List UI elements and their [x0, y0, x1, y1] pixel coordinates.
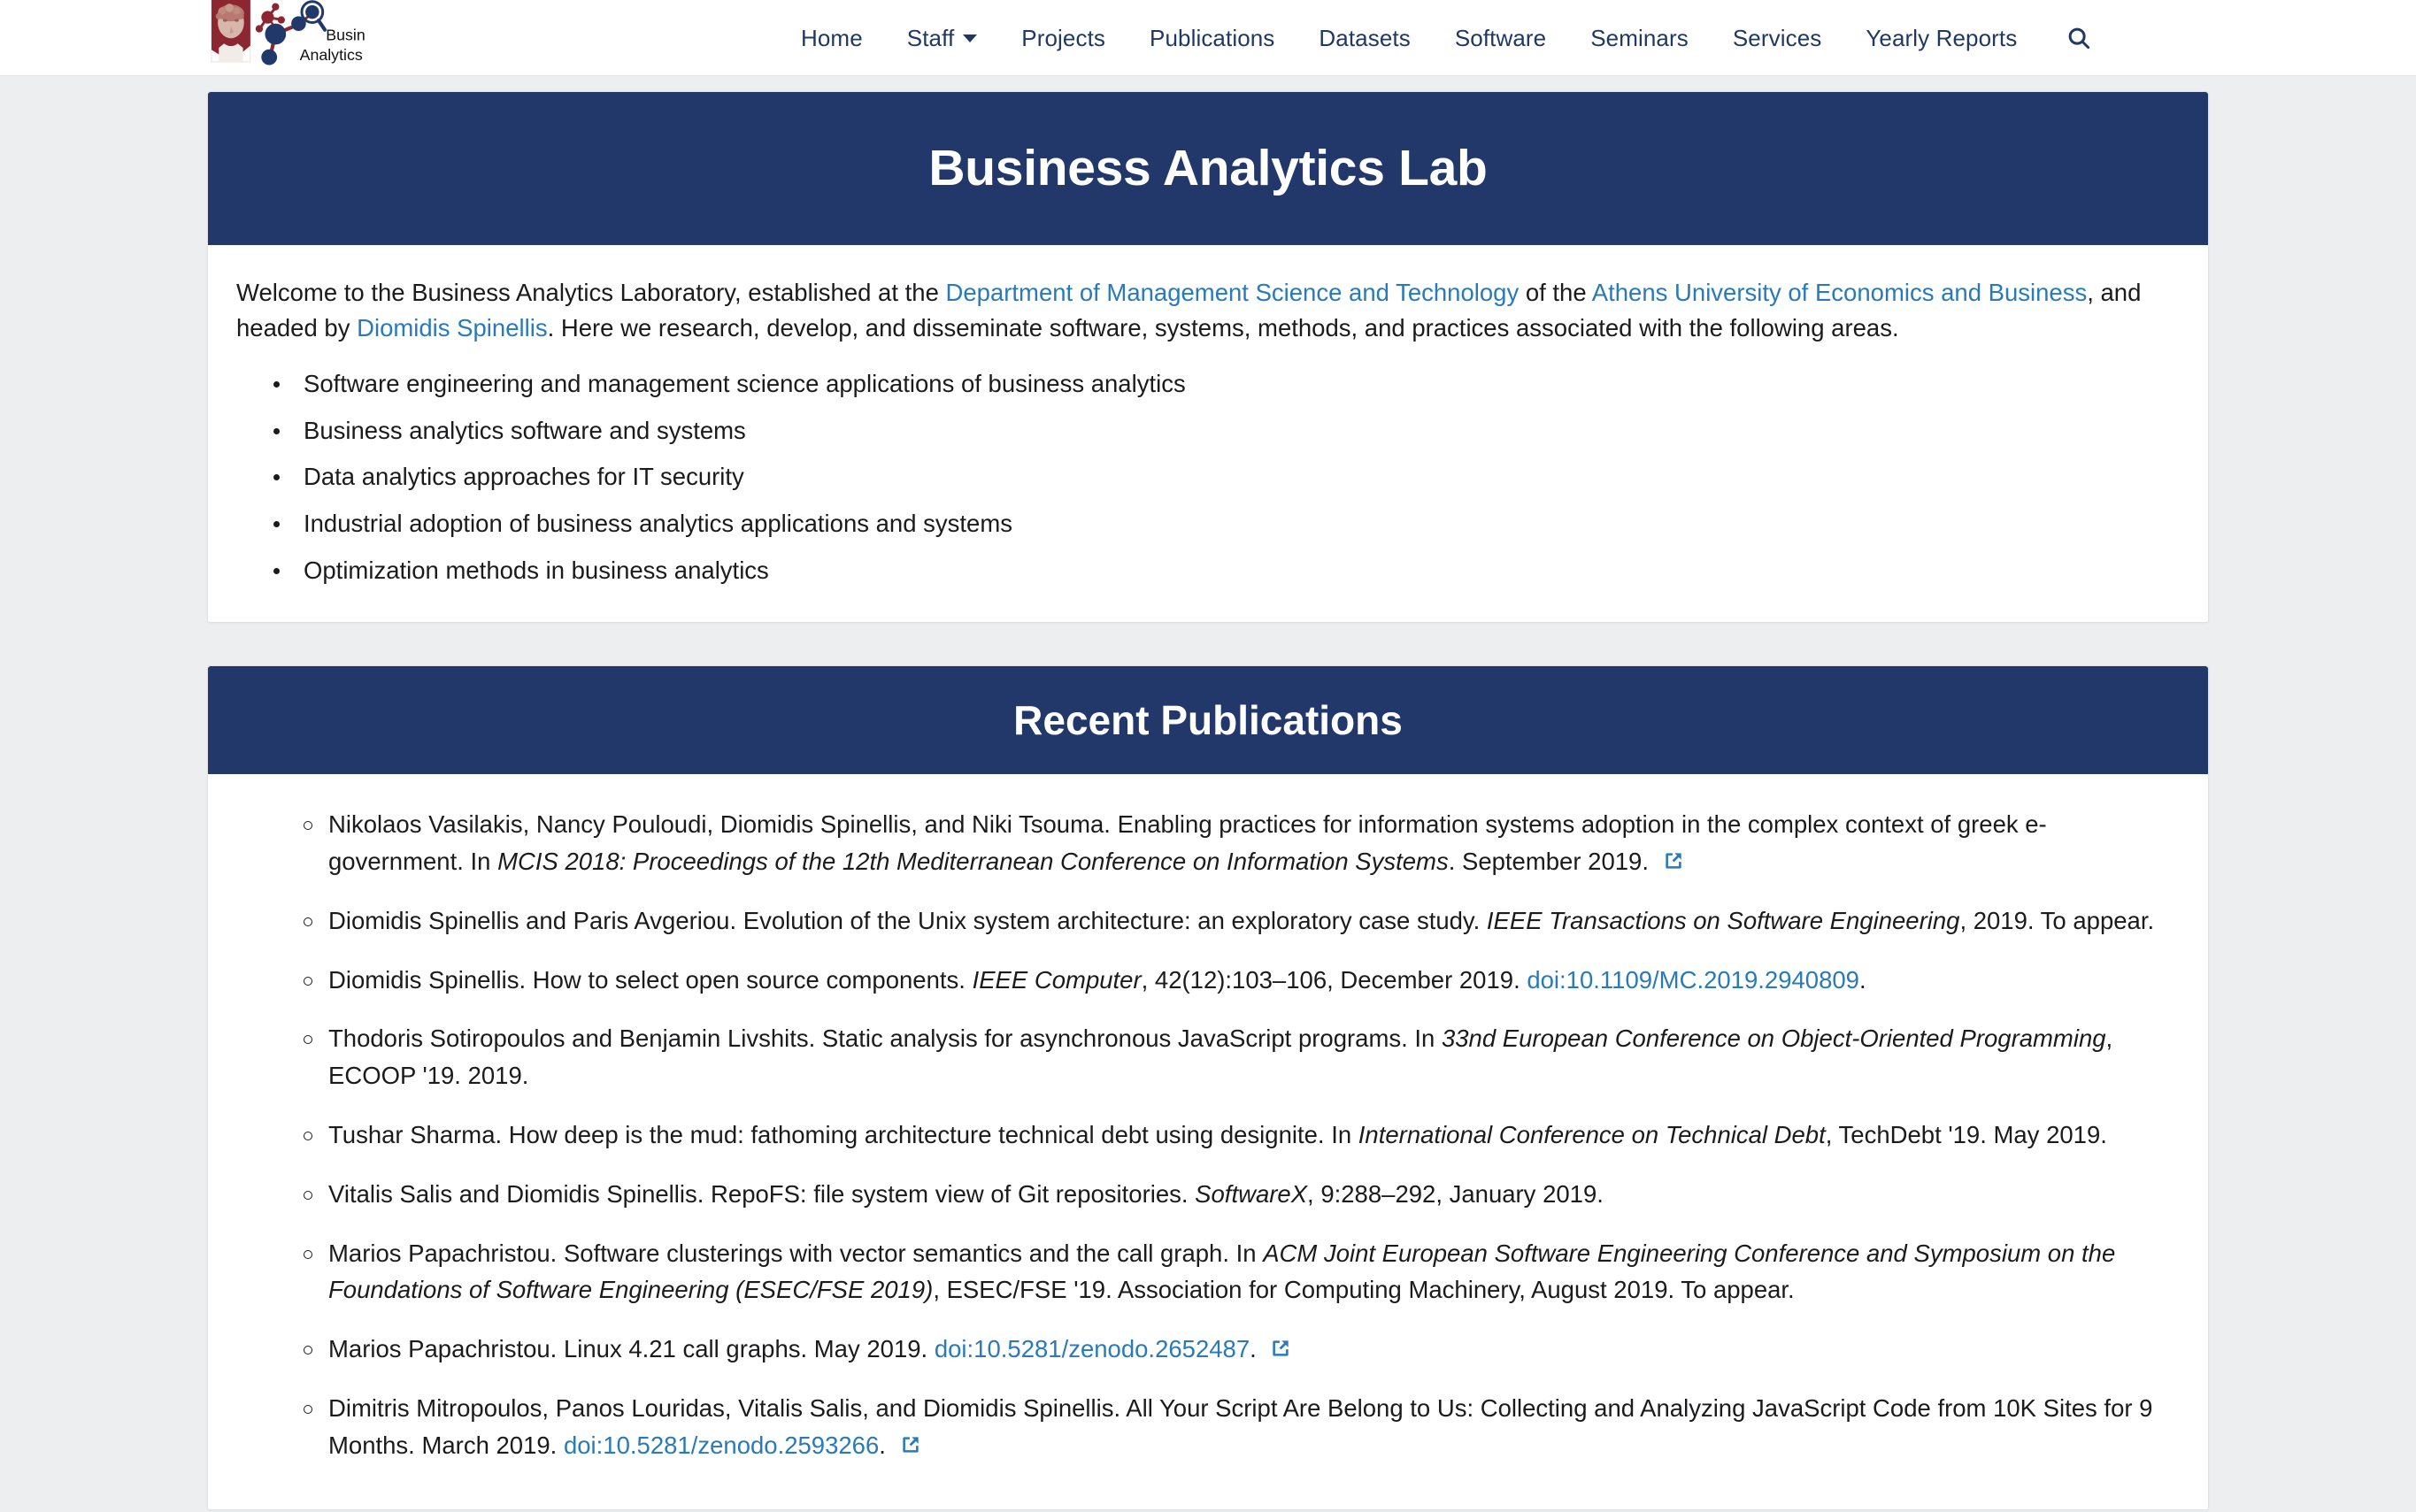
publication-text: Diomidis Spinellis. How to select open s…: [328, 965, 973, 994]
nav-item-yearly-reports[interactable]: Yearly Reports: [1843, 0, 2039, 76]
search-icon: [2068, 27, 2090, 50]
nav-item-home-label: Home: [801, 25, 863, 51]
publication-item: Vitalis Salis and Diomidis Spinellis. Re…: [304, 1176, 2157, 1213]
external-link-icon[interactable]: [1662, 849, 1685, 872]
publication-doi-link[interactable]: doi:10.5281/zenodo.2593266: [564, 1431, 879, 1459]
publication-venue: IEEE Computer: [972, 965, 1142, 994]
publication-doi-link[interactable]: doi:10.1109/MC.2019.2940809: [1527, 966, 1859, 994]
publication-item: Diomidis Spinellis. How to select open s…: [304, 962, 2157, 999]
publication-text: , ESEC/FSE '19. Association for Computin…: [933, 1276, 1795, 1304]
publication-text: Vitalis Salis and Diomidis Spinellis. Re…: [328, 1179, 1196, 1208]
nav-item-software[interactable]: Software: [1433, 0, 1568, 76]
main-navigation: Home Staff Projects Publications Dataset…: [779, 0, 2112, 76]
nav-item-staff-label: Staff: [906, 25, 955, 51]
publication-text: Diomidis Spinellis and Paris Avgeriou. E…: [328, 906, 1487, 934]
nav-item-software-label: Software: [1454, 25, 1547, 51]
publication-text: , 9:288–292, January 2019.: [1307, 1179, 1604, 1208]
nav-item-datasets-label: Datasets: [1319, 25, 1411, 51]
link-department-management-science[interactable]: Department of Management Science and Tec…: [946, 279, 1520, 306]
publication-text: . September 2019.: [1448, 848, 1656, 876]
publications-list: Nikolaos Vasilakis, Nancy Pouloudi, Diom…: [236, 806, 2180, 1463]
publication-doi-link[interactable]: doi:10.5281/zenodo.2652487: [935, 1335, 1250, 1362]
publication-text: Tushar Sharma. How deep is the mud: fath…: [328, 1121, 1358, 1149]
publication-text: , 42(12):103–106, December 2019.: [1141, 965, 1527, 994]
nav-item-yearly-reports-label: Yearly Reports: [1866, 25, 2018, 51]
recent-publications-card: Recent Publications Nikolaos Vasilakis, …: [207, 665, 2209, 1510]
publication-text: Thodoris Sotiropoulos and Benjamin Livsh…: [328, 1025, 1442, 1053]
recent-publications-body: Nikolaos Vasilakis, Nancy Pouloudi, Diom…: [208, 774, 2208, 1508]
external-link-icon[interactable]: [1269, 1337, 1292, 1360]
publication-venue: International Conference on Technical De…: [1358, 1121, 1826, 1149]
publication-venue: SoftwareX: [1195, 1179, 1308, 1208]
intro-paragraph: Welcome to the Business Analytics Labora…: [236, 275, 2180, 347]
publication-item: Nikolaos Vasilakis, Nancy Pouloudi, Diom…: [304, 806, 2157, 880]
publication-text: .: [1250, 1335, 1264, 1363]
page-title: Business Analytics Lab: [208, 92, 2208, 245]
intro-text-4: . Here we research, develop, and dissemi…: [547, 314, 1899, 342]
logo-word-business: Business: [326, 27, 365, 44]
publication-text: .: [879, 1431, 893, 1459]
link-diomidis-spinellis[interactable]: Diomidis Spinellis: [357, 314, 548, 342]
publication-item: Thodoris Sotiropoulos and Benjamin Livsh…: [304, 1020, 2157, 1094]
publication-item: Marios Papachristou. Linux 4.21 call gra…: [304, 1331, 2157, 1368]
page-content: Business Analytics Lab Welcome to the Bu…: [0, 91, 2416, 1512]
research-area-item: Industrial adoption of business analytic…: [270, 506, 2180, 542]
top-navbar: Business Analytics Lab Home Staff Projec…: [0, 0, 2416, 76]
link-athens-university[interactable]: Athens University of Economics and Busin…: [1592, 279, 2087, 306]
nav-item-datasets[interactable]: Datasets: [1296, 0, 1432, 76]
publication-item: Tushar Sharma. How deep is the mud: fath…: [304, 1117, 2157, 1154]
nav-item-services[interactable]: Services: [1711, 0, 1844, 76]
research-area-item: Software engineering and management scie…: [270, 366, 2180, 403]
research-area-item: Data analytics approaches for IT securit…: [270, 459, 2180, 495]
chevron-down-icon: [963, 34, 978, 42]
business-analytics-lab-logo: Business Analytics Lab: [211, 0, 365, 65]
research-areas-list: Software engineering and management scie…: [236, 366, 2180, 588]
intro-card: Business Analytics Lab Welcome to the Bu…: [207, 91, 2209, 624]
nav-item-home[interactable]: Home: [779, 0, 885, 76]
nav-item-seminars-label: Seminars: [1590, 25, 1689, 51]
publication-text: Marios Papachristou. Software clustering…: [328, 1239, 1264, 1267]
intro-text-2: of the: [1519, 279, 1592, 306]
publication-text: .: [1858, 965, 1866, 994]
intro-text-1: Welcome to the Business Analytics Labora…: [236, 279, 946, 306]
nav-item-staff[interactable]: Staff: [885, 0, 1000, 76]
nav-item-projects[interactable]: Projects: [999, 0, 1127, 76]
research-area-item: Optimization methods in business analyti…: [270, 553, 2180, 589]
publication-venue: 33nd European Conference on Object-Orien…: [1441, 1025, 2106, 1053]
publication-item: Marios Papachristou. Software clustering…: [304, 1235, 2157, 1309]
site-logo-link[interactable]: Business Analytics Lab: [205, 0, 365, 76]
publication-item: Dimitris Mitropoulos, Panos Louridas, Vi…: [304, 1390, 2157, 1464]
logo-word-analytics-lab: Analytics Lab: [300, 46, 365, 64]
external-link-icon[interactable]: [899, 1433, 922, 1456]
nav-item-seminars[interactable]: Seminars: [1568, 0, 1711, 76]
nav-item-services-label: Services: [1732, 25, 1822, 51]
recent-publications-title: Recent Publications: [208, 666, 2208, 775]
publication-venue: MCIS 2018: Proceedings of the 12th Medit…: [497, 848, 1449, 876]
nav-item-projects-label: Projects: [1021, 25, 1106, 51]
publication-text: , 2019. To appear.: [1959, 906, 2155, 934]
intro-card-body: Welcome to the Business Analytics Labora…: [208, 245, 2208, 622]
publication-item: Diomidis Spinellis and Paris Avgeriou. E…: [304, 902, 2157, 940]
research-area-item: Business analytics software and systems: [270, 413, 2180, 449]
publication-text: Marios Papachristou. Linux 4.21 call gra…: [328, 1335, 935, 1363]
content-container: Business Analytics Lab Welcome to the Bu…: [207, 91, 2209, 1510]
nav-item-publications-label: Publications: [1150, 25, 1275, 51]
nav-item-publications[interactable]: Publications: [1127, 0, 1296, 76]
publication-venue: IEEE Transactions on Software Engineerin…: [1486, 906, 1960, 934]
search-button[interactable]: [2039, 25, 2112, 51]
publication-text: , TechDebt '19. May 2019.: [1825, 1121, 2107, 1149]
